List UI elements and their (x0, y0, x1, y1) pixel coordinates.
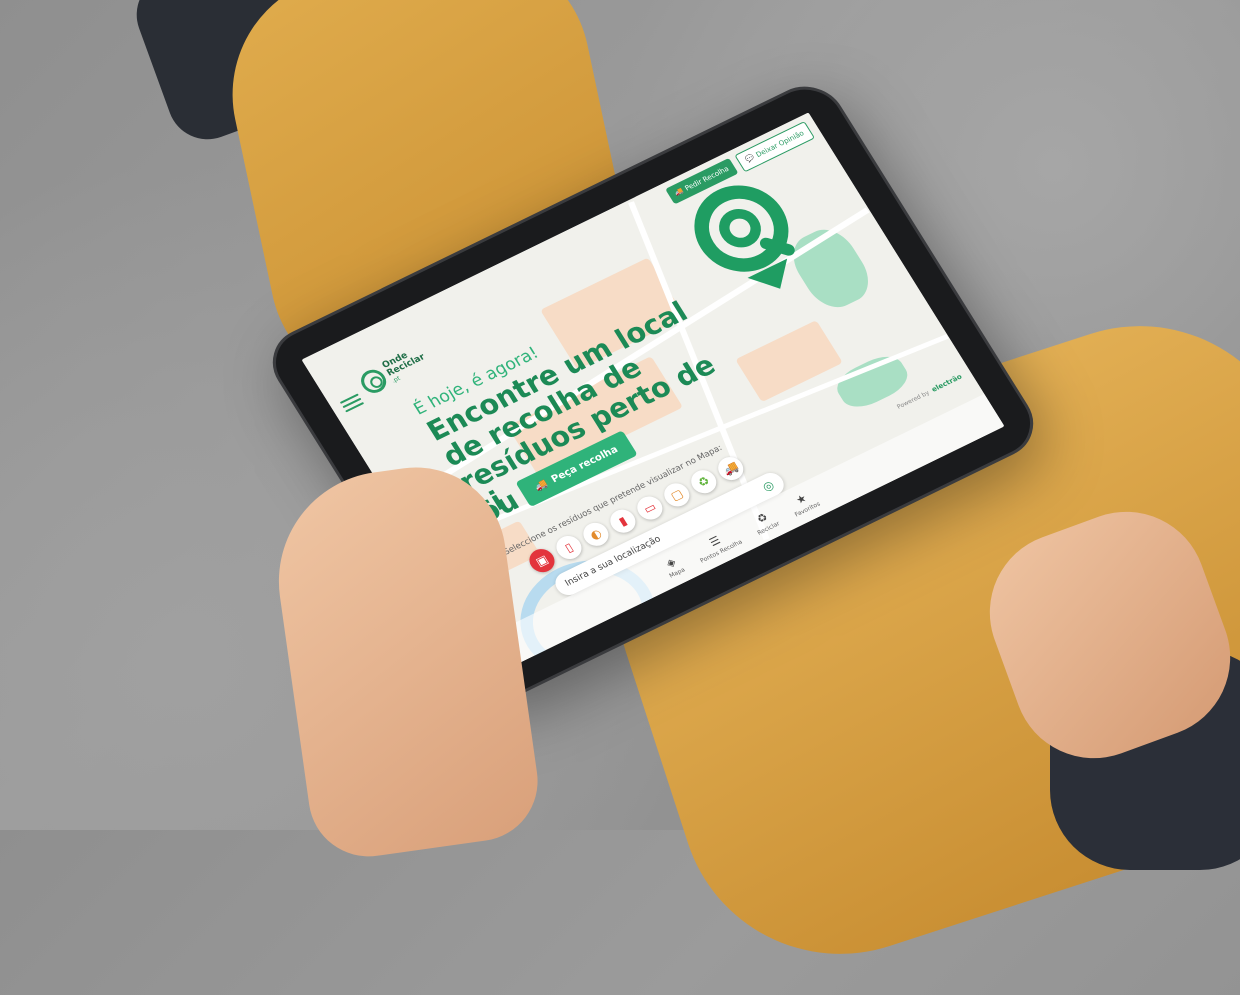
nav-reciclar[interactable]: ♻ Reciclar (748, 508, 781, 537)
locate-icon[interactable]: ◎ (760, 478, 777, 495)
map-icon: ◈ (663, 555, 679, 571)
chat-icon: 💬 (744, 153, 757, 165)
nav-favoritos[interactable]: ★ Favoritos (786, 488, 821, 519)
nav-mapa[interactable]: ◈ Mapa (660, 554, 687, 579)
nav-pontos-recolha[interactable]: ☰ Pontos Recolha (691, 526, 744, 565)
truck-icon: 🚚 (673, 186, 686, 198)
truck-icon: 🚚 (532, 478, 550, 494)
